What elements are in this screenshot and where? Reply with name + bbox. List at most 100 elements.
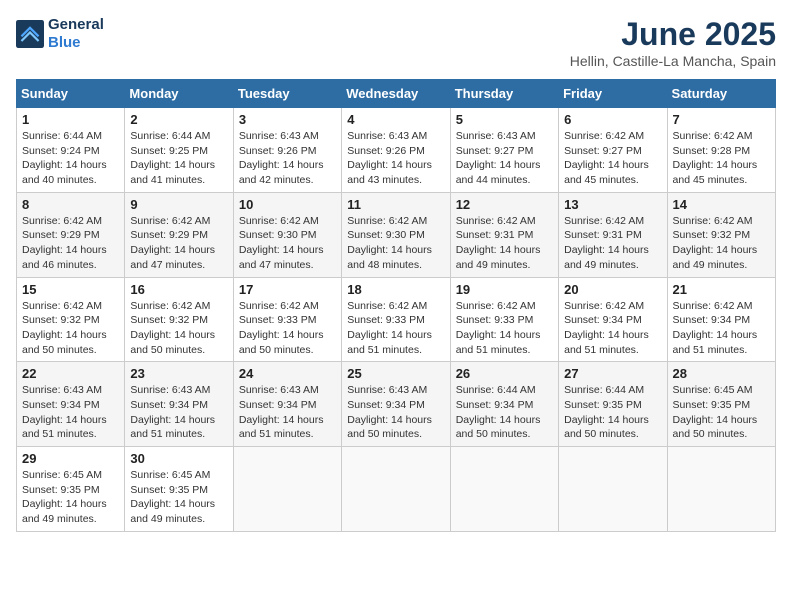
day-number: 10 <box>239 197 336 212</box>
day-number: 26 <box>456 366 553 381</box>
day-number: 2 <box>130 112 227 127</box>
weekday-header-thursday: Thursday <box>450 80 558 108</box>
day-number: 29 <box>22 451 119 466</box>
day-info: Sunrise: 6:43 AMSunset: 9:34 PMDaylight:… <box>130 384 215 440</box>
table-row: 10 Sunrise: 6:42 AMSunset: 9:30 PMDayligh… <box>233 192 341 277</box>
day-number: 12 <box>456 197 553 212</box>
day-info: Sunrise: 6:42 AMSunset: 9:32 PMDaylight:… <box>22 300 107 356</box>
table-row: 26 Sunrise: 6:44 AMSunset: 9:34 PMDayligh… <box>450 362 558 447</box>
table-row: 30 Sunrise: 6:45 AMSunset: 9:35 PMDayligh… <box>125 447 233 532</box>
table-row: 7 Sunrise: 6:42 AMSunset: 9:28 PMDaylight… <box>667 108 775 193</box>
table-row: 15 Sunrise: 6:42 AMSunset: 9:32 PMDayligh… <box>17 277 125 362</box>
calendar-week-3: 15 Sunrise: 6:42 AMSunset: 9:32 PMDayligh… <box>17 277 776 362</box>
day-info: Sunrise: 6:43 AMSunset: 9:34 PMDaylight:… <box>22 384 107 440</box>
day-number: 1 <box>22 112 119 127</box>
day-info: Sunrise: 6:43 AMSunset: 9:34 PMDaylight:… <box>347 384 432 440</box>
table-row: 3Sunrise: 6:43 AMSunset: 9:26 PMDaylight… <box>233 108 341 193</box>
weekday-header-wednesday: Wednesday <box>342 80 450 108</box>
table-row: 14 Sunrise: 6:42 AMSunset: 9:32 PMDayligh… <box>667 192 775 277</box>
weekday-header-tuesday: Tuesday <box>233 80 341 108</box>
day-info: Sunrise: 6:43 AMSunset: 9:26 PMDaylight:… <box>347 130 432 186</box>
day-info: Sunrise: 6:42 AMSunset: 9:32 PMDaylight:… <box>130 300 215 356</box>
table-row: 24Sunrise: 6:43 AMSunset: 9:34 PMDayligh… <box>233 362 341 447</box>
table-row: 11 Sunrise: 6:42 AMSunset: 9:30 PMDayligh… <box>342 192 450 277</box>
table-row: 13 Sunrise: 6:42 AMSunset: 9:31 PMDayligh… <box>559 192 667 277</box>
day-number: 30 <box>130 451 227 466</box>
weekday-header-monday: Monday <box>125 80 233 108</box>
day-info: Sunrise: 6:45 AMSunset: 9:35 PMDaylight:… <box>22 469 107 525</box>
table-row: 2Sunrise: 6:44 AMSunset: 9:25 PMDaylight… <box>125 108 233 193</box>
logo-icon <box>16 20 44 48</box>
day-number: 23 <box>130 366 227 381</box>
day-number: 13 <box>564 197 661 212</box>
day-number: 17 <box>239 282 336 297</box>
day-info: Sunrise: 6:42 AMSunset: 9:32 PMDaylight:… <box>673 215 758 271</box>
day-info: Sunrise: 6:42 AMSunset: 9:29 PMDaylight:… <box>22 215 107 271</box>
weekday-header-saturday: Saturday <box>667 80 775 108</box>
day-info: Sunrise: 6:42 AMSunset: 9:29 PMDaylight:… <box>130 215 215 271</box>
day-number: 3 <box>239 112 336 127</box>
day-number: 19 <box>456 282 553 297</box>
day-info: Sunrise: 6:42 AMSunset: 9:28 PMDaylight:… <box>673 130 758 186</box>
day-number: 22 <box>22 366 119 381</box>
table-row <box>233 447 341 532</box>
day-info: Sunrise: 6:42 AMSunset: 9:31 PMDaylight:… <box>564 215 649 271</box>
table-row: 27 Sunrise: 6:44 AMSunset: 9:35 PMDayligh… <box>559 362 667 447</box>
logo-text: General Blue <box>48 16 104 52</box>
table-row: 29 Sunrise: 6:45 AMSunset: 9:35 PMDayligh… <box>17 447 125 532</box>
calendar-week-5: 29 Sunrise: 6:45 AMSunset: 9:35 PMDayligh… <box>17 447 776 532</box>
day-info: Sunrise: 6:42 AMSunset: 9:30 PMDaylight:… <box>347 215 432 271</box>
table-row: 5 Sunrise: 6:43 AMSunset: 9:27 PMDaylight… <box>450 108 558 193</box>
day-number: 25 <box>347 366 444 381</box>
weekday-header-friday: Friday <box>559 80 667 108</box>
calendar-subtitle: Hellin, Castille-La Mancha, Spain <box>570 53 776 69</box>
day-number: 8 <box>22 197 119 212</box>
calendar-week-4: 22 Sunrise: 6:43 AMSunset: 9:34 PMDayligh… <box>17 362 776 447</box>
day-info: Sunrise: 6:44 AMSunset: 9:24 PMDaylight:… <box>22 130 107 186</box>
day-info: Sunrise: 6:42 AMSunset: 9:34 PMDaylight:… <box>564 300 649 356</box>
calendar-week-2: 8 Sunrise: 6:42 AMSunset: 9:29 PMDaylight… <box>17 192 776 277</box>
day-info: Sunrise: 6:45 AMSunset: 9:35 PMDaylight:… <box>673 384 758 440</box>
day-number: 7 <box>673 112 770 127</box>
day-info: Sunrise: 6:45 AMSunset: 9:35 PMDaylight:… <box>130 469 215 525</box>
table-row: 22 Sunrise: 6:43 AMSunset: 9:34 PMDayligh… <box>17 362 125 447</box>
day-info: Sunrise: 6:44 AMSunset: 9:35 PMDaylight:… <box>564 384 649 440</box>
table-row <box>450 447 558 532</box>
day-info: Sunrise: 6:42 AMSunset: 9:31 PMDaylight:… <box>456 215 541 271</box>
day-number: 6 <box>564 112 661 127</box>
day-info: Sunrise: 6:42 AMSunset: 9:34 PMDaylight:… <box>673 300 758 356</box>
day-info: Sunrise: 6:44 AMSunset: 9:34 PMDaylight:… <box>456 384 541 440</box>
table-row: 20 Sunrise: 6:42 AMSunset: 9:34 PMDayligh… <box>559 277 667 362</box>
day-number: 9 <box>130 197 227 212</box>
table-row <box>667 447 775 532</box>
weekday-header-row: SundayMondayTuesdayWednesdayThursdayFrid… <box>17 80 776 108</box>
calendar-week-1: 1 Sunrise: 6:44 AMSunset: 9:24 PMDaylight… <box>17 108 776 193</box>
calendar-title: June 2025 <box>570 16 776 53</box>
day-number: 20 <box>564 282 661 297</box>
title-area: June 2025 Hellin, Castille-La Mancha, Sp… <box>570 16 776 69</box>
day-number: 27 <box>564 366 661 381</box>
day-info: Sunrise: 6:42 AMSunset: 9:33 PMDaylight:… <box>347 300 432 356</box>
table-row: 12 Sunrise: 6:42 AMSunset: 9:31 PMDayligh… <box>450 192 558 277</box>
day-number: 4 <box>347 112 444 127</box>
day-number: 15 <box>22 282 119 297</box>
logo: General Blue <box>16 16 104 52</box>
day-info: Sunrise: 6:42 AMSunset: 9:30 PMDaylight:… <box>239 215 324 271</box>
table-row <box>559 447 667 532</box>
table-row <box>342 447 450 532</box>
table-row: 28Sunrise: 6:45 AMSunset: 9:35 PMDayligh… <box>667 362 775 447</box>
day-number: 18 <box>347 282 444 297</box>
day-number: 16 <box>130 282 227 297</box>
day-number: 14 <box>673 197 770 212</box>
table-row: 1 Sunrise: 6:44 AMSunset: 9:24 PMDaylight… <box>17 108 125 193</box>
day-info: Sunrise: 6:43 AMSunset: 9:34 PMDaylight:… <box>239 384 324 440</box>
day-number: 5 <box>456 112 553 127</box>
table-row: 18 Sunrise: 6:42 AMSunset: 9:33 PMDayligh… <box>342 277 450 362</box>
page-header: General Blue June 2025 Hellin, Castille-… <box>16 16 776 69</box>
day-number: 11 <box>347 197 444 212</box>
table-row: 16 Sunrise: 6:42 AMSunset: 9:32 PMDayligh… <box>125 277 233 362</box>
day-info: Sunrise: 6:43 AMSunset: 9:27 PMDaylight:… <box>456 130 541 186</box>
day-info: Sunrise: 6:42 AMSunset: 9:27 PMDaylight:… <box>564 130 649 186</box>
table-row: 9 Sunrise: 6:42 AMSunset: 9:29 PMDaylight… <box>125 192 233 277</box>
day-number: 21 <box>673 282 770 297</box>
